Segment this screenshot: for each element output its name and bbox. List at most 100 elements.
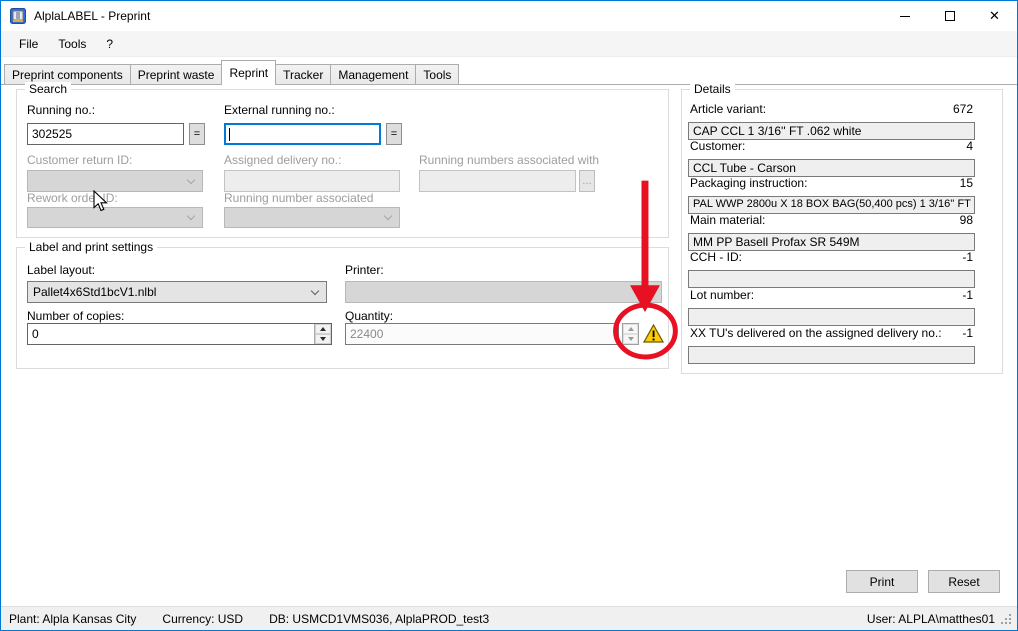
app-icon [10, 8, 26, 24]
chevron-down-icon [187, 176, 195, 184]
tab-strip: Preprint components Preprint waste Repri… [1, 57, 1017, 85]
window-controls: ✕ [882, 1, 1017, 31]
tab-reprint[interactable]: Reprint [221, 60, 276, 85]
window-title: AlplaLABEL - Preprint [34, 9, 150, 23]
assigned-delivery-no-input[interactable] [224, 170, 400, 192]
label-print-settings-legend: Label and print settings [25, 240, 157, 254]
customer-value: CCL Tube - Carson [688, 159, 975, 177]
reprint-tab-page: Search Running no.: 302525 = External ru… [1, 85, 1017, 606]
packaging-instruction-label: Packaging instruction: [690, 176, 807, 190]
status-plant: Plant: Alpla Kansas City [9, 612, 136, 626]
customer-count: 4 [966, 139, 973, 153]
label-layout-label: Label layout: [27, 263, 95, 277]
arrow-up-icon [628, 327, 634, 331]
cch-id-label: CCH - ID: [690, 250, 742, 264]
search-group: Search Running no.: 302525 = External ru… [16, 89, 669, 238]
rework-order-id-label: Rework order ID: [27, 191, 118, 205]
lot-number-value [688, 308, 975, 326]
status-db: DB: USMCD1VMS036, AlplaPROD_test3 [269, 612, 489, 626]
article-variant-value: CAP CCL 1 3/16'' FT .062 white [688, 122, 975, 140]
rework-order-id-dropdown[interactable] [27, 207, 203, 228]
tab-tracker[interactable]: Tracker [275, 64, 331, 85]
quantity-input[interactable]: 22400 [345, 323, 619, 345]
quantity-stepper[interactable] [622, 323, 639, 345]
assigned-delivery-no-label: Assigned delivery no.: [224, 153, 341, 167]
running-no-input[interactable]: 302525 [27, 123, 184, 145]
resize-grip[interactable] [999, 612, 1013, 626]
menu-bar: File Tools ? [1, 31, 1017, 57]
running-numbers-associated-label: Running numbers associated with [419, 153, 599, 167]
details-group-legend: Details [690, 82, 735, 96]
arrow-up-icon [320, 327, 326, 331]
detail-row-label: Article variant: 672 [690, 102, 973, 116]
minimize-button[interactable] [882, 1, 927, 31]
customer-return-id-dropdown[interactable] [27, 170, 203, 192]
warning-icon [643, 324, 664, 343]
menu-help[interactable]: ? [96, 33, 123, 55]
print-button[interactable]: Print [846, 570, 918, 593]
tab-preprint-waste[interactable]: Preprint waste [130, 64, 223, 85]
xx-tus-delivered-count: -1 [962, 326, 973, 340]
reset-button[interactable]: Reset [928, 570, 1000, 593]
running-no-equals-button[interactable]: = [189, 123, 205, 145]
menu-tools[interactable]: Tools [48, 33, 96, 55]
running-number-associated-label: Running number associated [224, 191, 373, 205]
close-button[interactable]: ✕ [972, 1, 1017, 31]
external-running-no-label: External running no.: [224, 103, 335, 117]
external-running-no-input[interactable] [224, 123, 381, 145]
search-group-legend: Search [25, 82, 71, 96]
detail-row-label: Customer: 4 [690, 139, 973, 153]
xx-tus-delivered-label: XX TU's delivered on the assigned delive… [690, 326, 942, 340]
running-number-associated-dropdown[interactable] [224, 207, 400, 228]
lot-number-label: Lot number: [690, 288, 754, 302]
arrow-down-icon [320, 337, 326, 341]
customer-return-id-label: Customer return ID: [27, 153, 132, 167]
running-numbers-associated-input[interactable] [419, 170, 576, 192]
detail-row-label: XX TU's delivered on the assigned delive… [690, 326, 973, 340]
tab-tools[interactable]: Tools [415, 64, 459, 85]
customer-label: Customer: [690, 139, 745, 153]
packaging-instruction-value: PAL WWP 2800u X 18 BOX BAG(50,400 pcs) 1… [688, 196, 975, 214]
printer-dropdown[interactable] [345, 281, 662, 303]
arrow-down-icon [628, 337, 634, 341]
title-bar: AlplaLABEL - Preprint ✕ [1, 1, 1017, 31]
number-of-copies-label: Number of copies: [27, 309, 124, 323]
chevron-down-icon [187, 212, 195, 220]
xx-tus-delivered-value [688, 346, 975, 364]
article-variant-count: 672 [953, 102, 973, 116]
spin-down-button[interactable] [623, 334, 638, 344]
details-group: Details Article variant: 672 CAP CCL 1 3… [681, 89, 1003, 374]
spin-down-button[interactable] [315, 334, 331, 344]
label-layout-value: Pallet4x6Std1bcV1.nlbl [33, 285, 156, 299]
number-of-copies-stepper[interactable]: 0 [27, 323, 332, 345]
maximize-button[interactable] [927, 1, 972, 31]
chevron-down-icon [646, 287, 654, 295]
cch-id-value [688, 270, 975, 288]
menu-file[interactable]: File [9, 33, 48, 55]
printer-label: Printer: [345, 263, 384, 277]
cch-id-count: -1 [962, 250, 973, 264]
minimize-icon [900, 16, 910, 17]
spin-up-button[interactable] [623, 324, 638, 334]
lot-number-count: -1 [962, 288, 973, 302]
main-material-label: Main material: [690, 213, 765, 227]
detail-row-label: Lot number: -1 [690, 288, 973, 302]
close-icon: ✕ [989, 8, 1000, 24]
chevron-down-icon [384, 212, 392, 220]
status-bar: Plant: Alpla Kansas City Currency: USD D… [1, 606, 1017, 630]
packaging-instruction-count: 15 [960, 176, 973, 190]
label-layout-dropdown[interactable]: Pallet4x6Std1bcV1.nlbl [27, 281, 327, 303]
app-window: AlplaLABEL - Preprint ✕ File Tools ? Pre… [0, 0, 1018, 631]
main-material-value: MM PP Basell Profax SR 549M [688, 233, 975, 251]
external-running-no-equals-button[interactable]: = [386, 123, 402, 145]
running-no-label: Running no.: [27, 103, 95, 117]
detail-row-label: Packaging instruction: 15 [690, 176, 973, 190]
tab-management[interactable]: Management [330, 64, 416, 85]
main-material-count: 98 [960, 213, 973, 227]
maximize-icon [945, 11, 955, 21]
running-numbers-browse-button[interactable]: ... [579, 170, 595, 192]
text-caret [229, 128, 230, 141]
spin-up-button[interactable] [315, 324, 331, 334]
quantity-label: Quantity: [345, 309, 393, 323]
label-print-settings-group: Label and print settings Label layout: P… [16, 247, 669, 369]
